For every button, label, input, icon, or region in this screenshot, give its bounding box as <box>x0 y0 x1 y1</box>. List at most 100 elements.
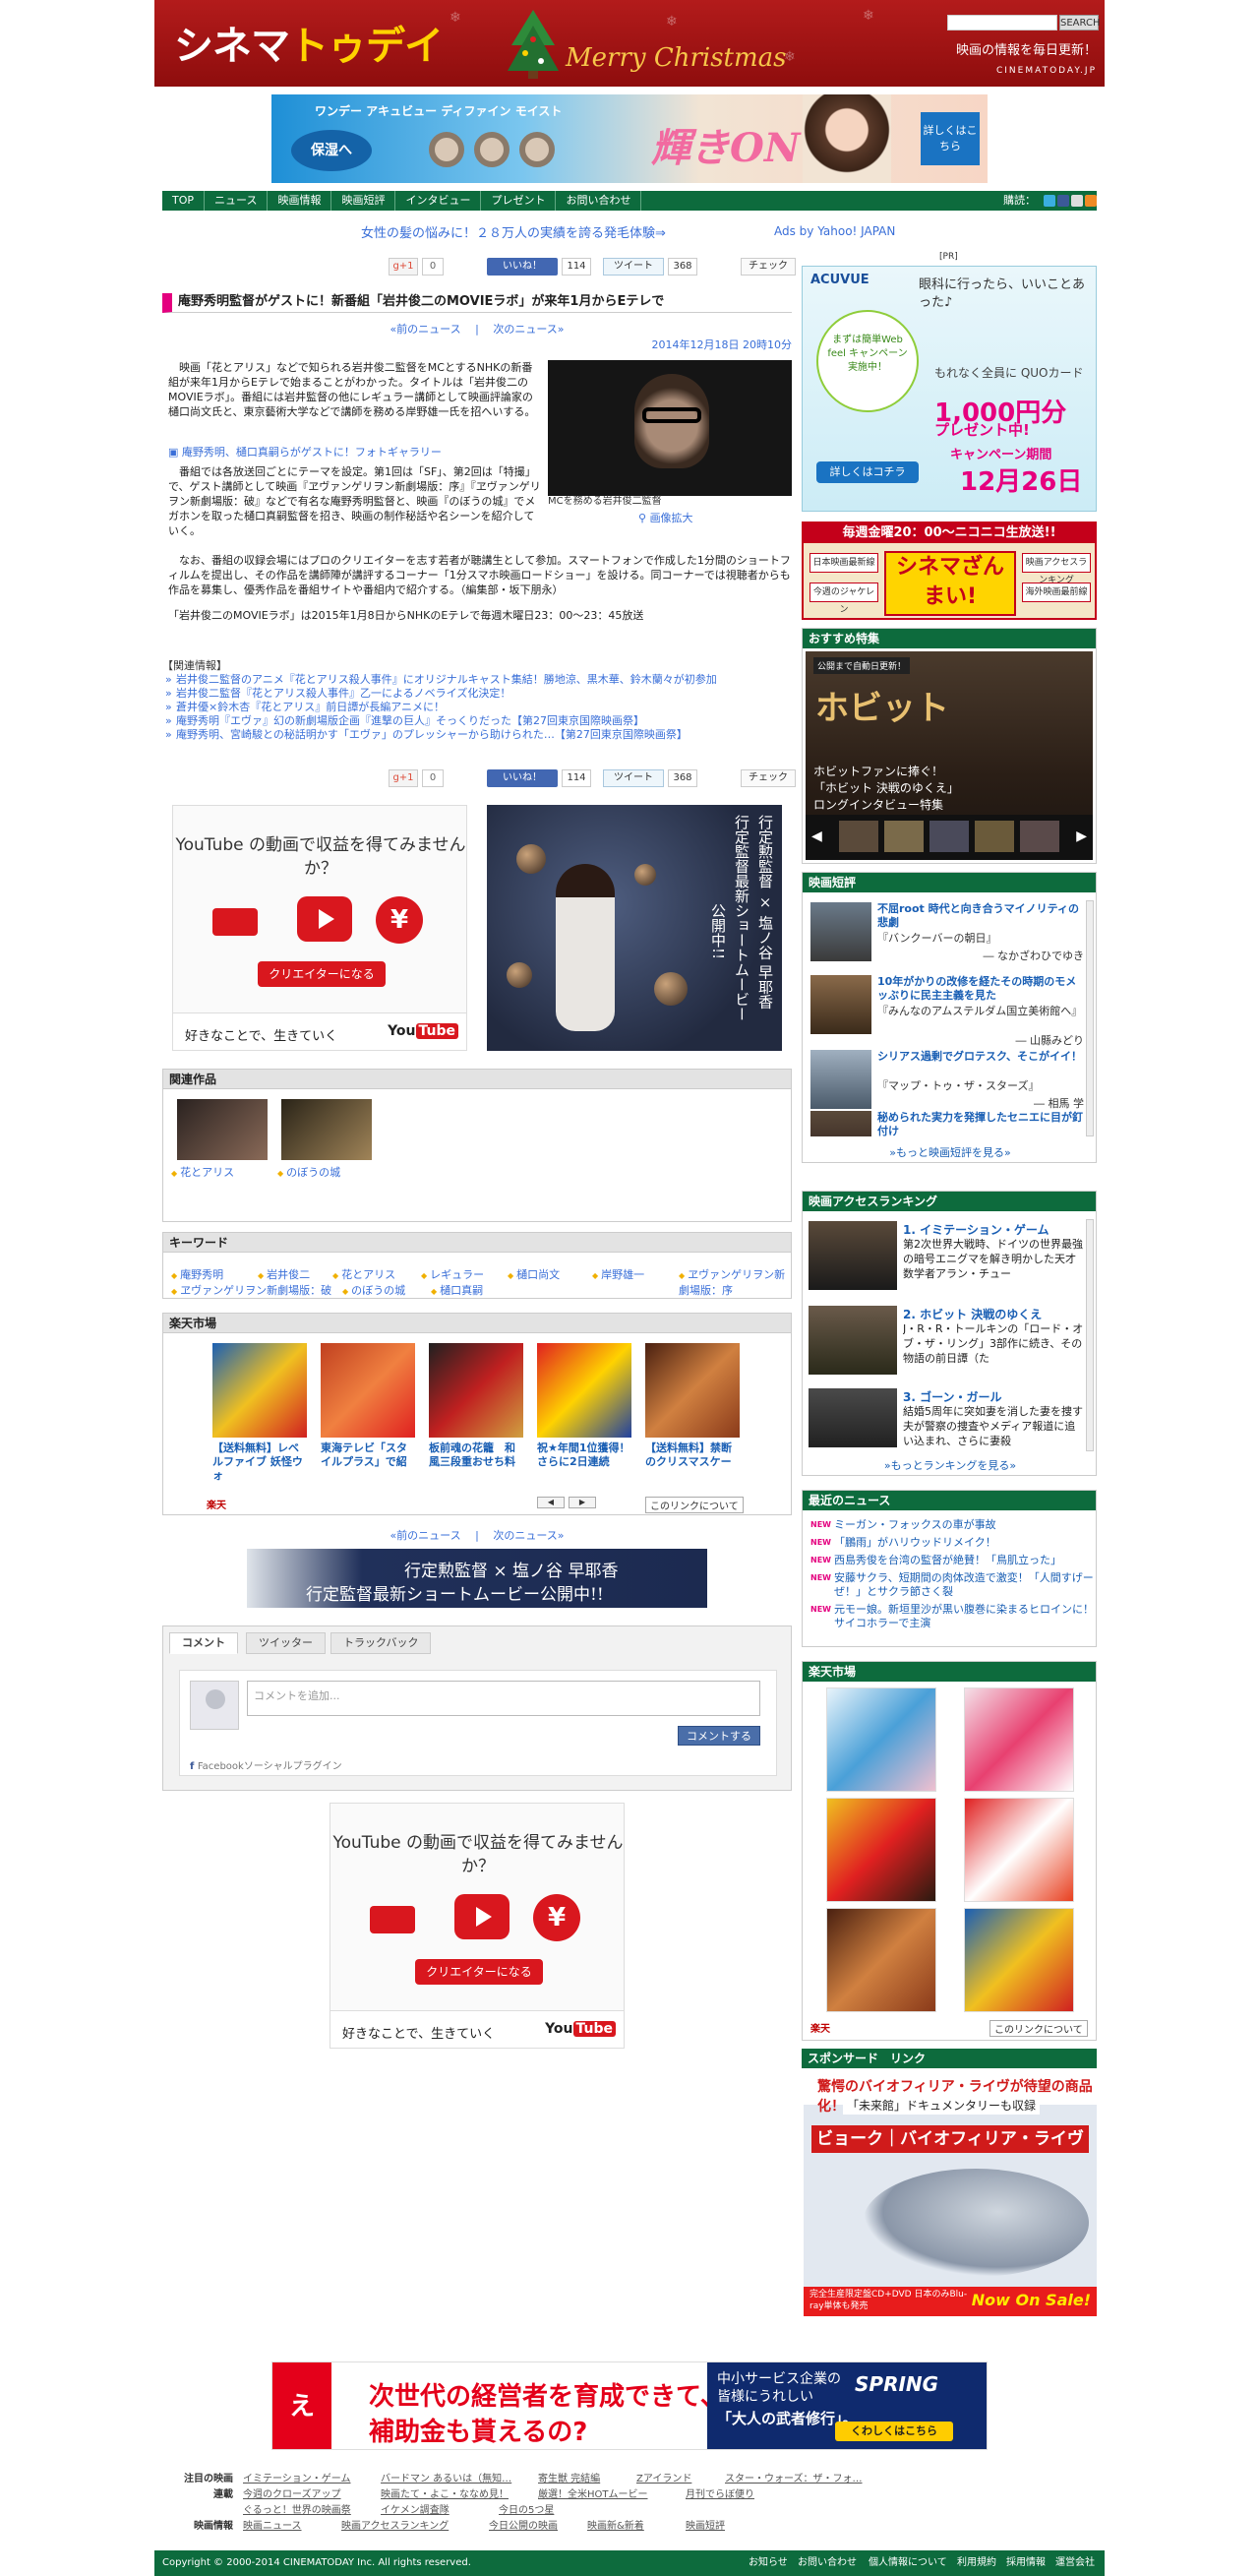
footer-link[interactable]: 映画ニュース <box>243 2519 302 2535</box>
gallery-link[interactable]: ▣ 庵野秀明、樋口真嗣らがゲストに！フォトギャラリー <box>168 445 542 460</box>
nav-item-reviews[interactable]: 映画短評 <box>331 191 396 211</box>
work-link[interactable]: 花とアリス <box>171 1164 234 1180</box>
related-news-link[interactable]: 庵野秀明『エヴァ』幻の新劇場版企画『進撃の巨人』そっくりだった【第27回東京国際… <box>162 714 792 728</box>
prev-page-button[interactable]: ◀ <box>537 1497 565 1508</box>
related-news-link[interactable]: 岩井俊二監督のアニメ『花とアリス殺人事件』にオリジナルキャスト集結！勝地涼、黒木… <box>162 673 792 687</box>
rakuten-product[interactable] <box>826 1908 936 2012</box>
tweet-button[interactable]: ツイート <box>603 258 664 276</box>
hatena-button[interactable]: チェック <box>741 769 796 787</box>
ranking-item[interactable]: 2. ホビット 決戦のゆくえ J・R・R・トールキンの「ロード・オブ・ザ・リング… <box>809 1306 1086 1384</box>
work-thumbnail[interactable] <box>281 1099 372 1160</box>
twitter-icon[interactable] <box>1044 195 1055 207</box>
acuvue-details-button[interactable]: 詳しくはコチラ <box>816 461 919 483</box>
comment-input[interactable]: コメントを追加... <box>247 1681 760 1716</box>
keyword-link[interactable]: 岸野雄一 <box>592 1266 644 1282</box>
rss-icon[interactable] <box>1085 195 1097 207</box>
bjork-ad[interactable]: 驚愕のバイオフィリア・ライヴが待望の商品化！ 「未来館」ドキュメンタリーも収録 … <box>804 2070 1097 2316</box>
footer-link[interactable]: 今日公開の映画 <box>489 2519 558 2535</box>
chevron-right-icon[interactable]: ▶ <box>1076 828 1087 844</box>
ads-by-yahoo[interactable]: Ads by Yahoo! JAPAN <box>774 224 895 238</box>
related-news-link[interactable]: 蒼井優×鈴木杏『花とアリス』前日譚が長編アニメに！ <box>162 701 792 714</box>
footer-link[interactable]: イケメン調査隊 <box>381 2503 450 2519</box>
keyword-link[interactable]: 花とアリス <box>332 1266 395 1282</box>
spring-ad[interactable]: えっ! 次世代の経営者を育成できて、 補助金も貰えるの? 中小サービス企業の皆様… <box>271 2361 988 2450</box>
banner-cta[interactable]: 詳しくはこちら <box>921 112 980 165</box>
nav-item-top[interactable]: TOP <box>162 191 206 211</box>
related-news-link[interactable]: 岩井俊二監督『花とアリス殺人事件』乙一によるノベライズ化決定！ <box>162 687 792 701</box>
rakuten-item[interactable]: 【送料無料】禁断のクリスマスケー <box>645 1343 740 1469</box>
rakuten-product[interactable] <box>826 1687 936 1792</box>
footer-nav-link[interactable]: 個人情報について <box>869 2550 947 2576</box>
news-item[interactable]: NEW 安藤サクラ、短期間の肉体改造で激変！「人間すげーぜ！」とサクラ節さく裂 <box>810 1571 1096 1599</box>
news-item[interactable]: NEW ミーガン・フォックスの車が事故 <box>810 1518 1096 1532</box>
facebook-icon[interactable] <box>1057 195 1069 207</box>
news-item[interactable]: NEW 西島秀俊を台湾の監督が絶賛！「鳥肌立った」 <box>810 1554 1096 1567</box>
facebook-plugin-label[interactable]: f Facebookソーシャルプラグイン <box>190 1757 342 1772</box>
keyword-link[interactable]: 樋口尚文 <box>508 1266 560 1282</box>
comment-submit-button[interactable]: コメントする <box>678 1726 760 1746</box>
rakuten-product[interactable] <box>964 1687 1074 1792</box>
footer-nav-link[interactable]: 運営会社 <box>1055 2550 1095 2576</box>
more-ranking-link[interactable]: »もっとランキングを見る» <box>803 1457 1098 1473</box>
mail-icon[interactable] <box>1071 195 1083 207</box>
keyword-link[interactable]: のぼうの城 <box>342 1282 405 1298</box>
acuvue-ad[interactable]: ACUVUE 眼科に行ったら、いいことあった♪ まずは簡単Web feel キャ… <box>802 266 1097 512</box>
strip-thumb[interactable] <box>929 821 969 852</box>
become-creator-button[interactable]: クリエイターになる <box>258 961 386 987</box>
rakuten-logo[interactable]: 楽天 <box>207 1497 226 1511</box>
rakuten-product[interactable] <box>964 1908 1074 2012</box>
gplus-button[interactable]: g+1 <box>389 258 418 276</box>
ranking-item[interactable]: 3. ゴーン・ガール 結婚5周年に突如妻を消した妻を捜す夫が警察の捜査やメディア… <box>809 1388 1086 1447</box>
strip-thumb[interactable] <box>884 821 924 852</box>
strip-thumb[interactable] <box>1020 821 1059 852</box>
nav-item-present[interactable]: プレゼント <box>481 191 557 211</box>
footer-link[interactable]: 厳選！全米HOTムービー <box>538 2487 648 2503</box>
rakuten-about-link[interactable]: このリンクについて <box>645 1497 744 1513</box>
hatena-button[interactable]: チェック <box>741 258 796 276</box>
keyword-link[interactable]: ヱヴァンゲリヲン新劇場版：序 <box>679 1266 791 1298</box>
gplus-button[interactable]: g+1 <box>389 769 418 787</box>
movie-banner-ad[interactable]: 行定勲監督 × 塩ノ谷 早耶香 行定監督最新ショートムービー公開中!! <box>247 1549 707 1608</box>
review-item[interactable]: シリアス過剰でグロテスク、そこがイイ！ 『マップ・トゥ・ザ・スターズ』 ― 相馬… <box>810 1050 1086 1113</box>
keyword-link[interactable]: レギュラー <box>421 1266 484 1282</box>
rakuten-product[interactable] <box>826 1798 936 1902</box>
keyword-link[interactable]: 庵野秀明 <box>171 1266 223 1282</box>
more-reviews-link[interactable]: »もっと映画短評を見る» <box>803 1144 1098 1160</box>
footer-link[interactable]: 映画短評 <box>686 2519 725 2535</box>
footer-link[interactable]: バードマン あるいは（無知… <box>381 2472 511 2487</box>
nav-item-news[interactable]: ニュース <box>205 191 269 211</box>
review-item[interactable]: 10年がかりの改修を経たその時期のモメッぶりに民主主義を見た 『みんなのアムステ… <box>810 975 1086 1047</box>
ranking-item[interactable]: 1. イミテーション・ゲーム 第2次世界大戦時、ドイツの世界最強の暗号エニグマを… <box>809 1221 1086 1300</box>
hobbit-feature[interactable]: 公開まで自動日更新！ ホビット ホビットファンに捧ぐ！ 「ホビット 決戦のゆくえ… <box>806 651 1093 860</box>
rakuten-item[interactable]: 東海テレビ「スタイルプラス」で紹 <box>321 1343 415 1469</box>
footer-nav-link[interactable]: お問い合わせ <box>798 2550 857 2576</box>
rakuten-product[interactable] <box>964 1798 1074 1902</box>
next-news-link[interactable]: 次のニュース» <box>493 323 564 336</box>
review-item[interactable]: 不屈root 時代と向き合うマイノリティの悲劇 『バンクーバーの朝日』 ― なか… <box>810 902 1086 971</box>
spring-cta-button[interactable]: くわしくはこちら <box>835 2422 953 2441</box>
ranking-scrollbar[interactable] <box>1086 1219 1094 1451</box>
footer-link[interactable]: 月刊でらぼ便り <box>686 2487 754 2503</box>
top-banner-ad[interactable]: ワンデー アキュビュー ディファイン モイスト 保湿へ 輝きON! 詳しくはこち… <box>271 94 988 183</box>
nav-item-movies[interactable]: 映画情報 <box>268 191 332 211</box>
footer-link[interactable]: 映画たて・よこ・ななめ見！ <box>381 2487 509 2503</box>
prev-news-link[interactable]: «前のニュース <box>390 1529 460 1542</box>
chevron-left-icon[interactable]: ◀ <box>811 828 822 844</box>
rakuten-item[interactable]: 板前魂の花籠 和風三段重おせち料 <box>429 1343 523 1469</box>
rakuten-about-link[interactable]: このリンクについて <box>989 2020 1088 2037</box>
youtube-ad[interactable]: YouTube の動画で収益を得てみませんか？ ¥ クリエイターになる 好きなこ… <box>172 805 467 1051</box>
footer-link[interactable]: Zアイランド <box>636 2472 691 2487</box>
next-page-button[interactable]: ▶ <box>569 1497 596 1508</box>
footer-link[interactable]: 今日の5つ星 <box>499 2503 554 2519</box>
become-creator-button[interactable]: クリエイターになる <box>415 1959 543 1985</box>
strip-thumb[interactable] <box>975 821 1014 852</box>
prev-news-link[interactable]: «前のニュース <box>390 323 460 336</box>
keyword-link[interactable]: ヱヴァンゲリヲン新劇場版：破 <box>171 1282 331 1298</box>
footer-nav-link[interactable]: 利用規約 <box>957 2550 996 2576</box>
niconico-banner[interactable]: 毎週金曜20：00～ニコニコ生放送!! シネマざんまい! 日本映画最新線 今週の… <box>802 521 1097 620</box>
work-thumbnail[interactable] <box>177 1099 268 1160</box>
footer-link[interactable]: イミテーション・ゲーム <box>243 2472 351 2487</box>
footer-nav-link[interactable]: お知らせ <box>749 2550 788 2576</box>
nav-item-interview[interactable]: インタビュー <box>395 191 482 211</box>
search-input[interactable] <box>947 15 1057 31</box>
